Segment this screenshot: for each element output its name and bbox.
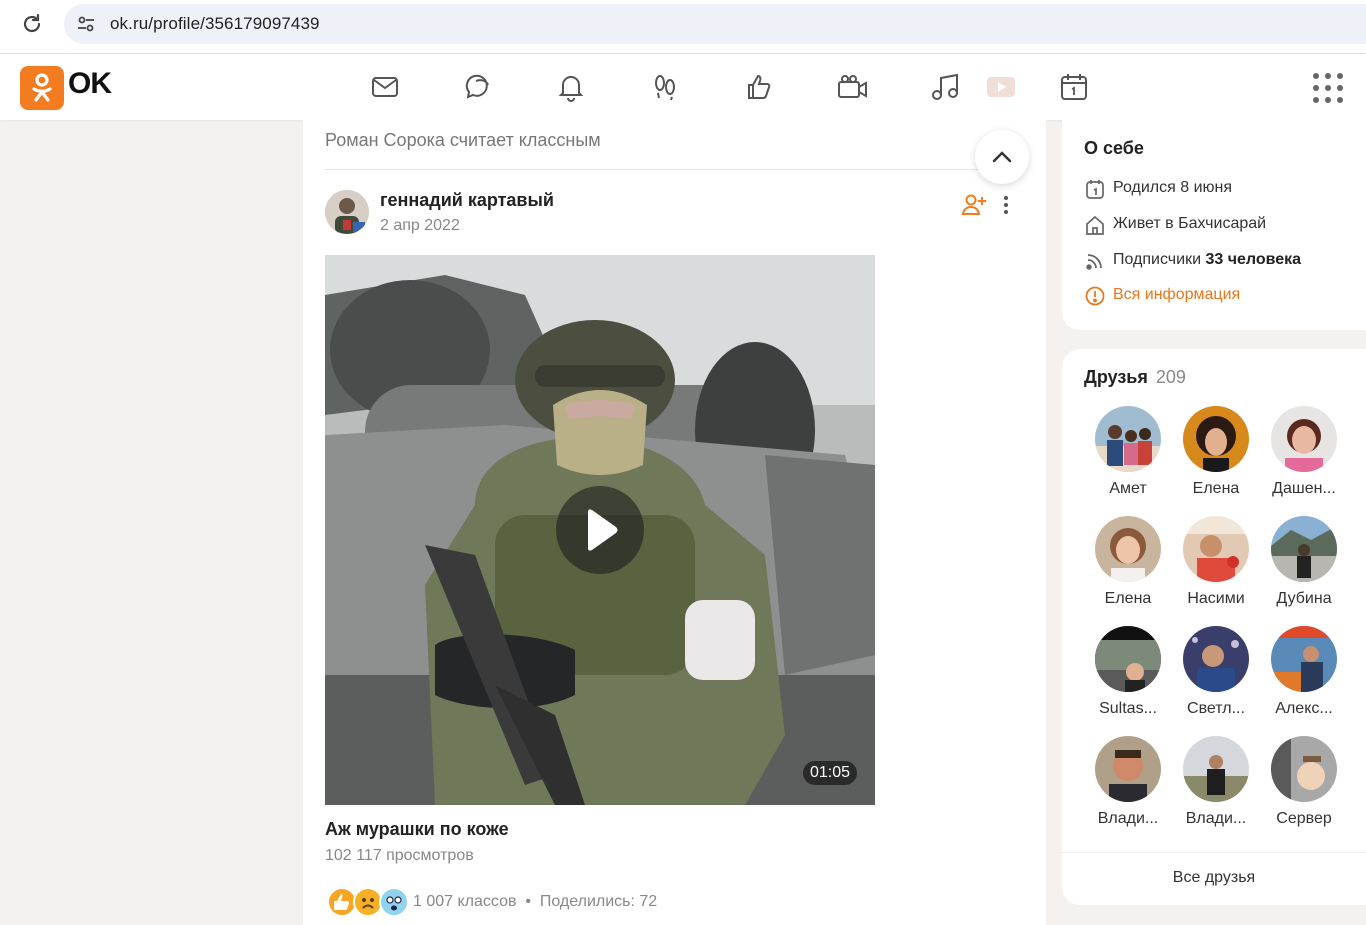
all-friends-link[interactable]: Все друзья	[1062, 869, 1366, 887]
video-icon[interactable]	[985, 71, 1017, 103]
friend-item[interactable]: Дашен...	[1264, 406, 1344, 506]
friend-item[interactable]: Влади...	[1176, 736, 1256, 836]
friend-avatar[interactable]	[1183, 406, 1249, 472]
friend-item[interactable]: Светл...	[1176, 626, 1256, 726]
friend-avatar[interactable]	[1183, 626, 1249, 692]
friend-name[interactable]: Влади...	[1088, 810, 1168, 828]
friend-avatar[interactable]	[1271, 626, 1337, 692]
friend-avatar[interactable]	[1271, 406, 1337, 472]
apps-menu-icon[interactable]	[1313, 73, 1343, 103]
events-icon[interactable]	[1058, 71, 1090, 103]
calendar-icon	[1084, 178, 1106, 200]
play-icon[interactable]	[556, 486, 644, 574]
friend-name[interactable]: Sultas...	[1088, 700, 1168, 718]
friend-name[interactable]: Алекс...	[1264, 700, 1344, 718]
subscribers-label: Подписчики	[1113, 251, 1202, 268]
about-title: О себе	[1084, 138, 1144, 158]
video-views: 102 117 просмотров	[325, 847, 474, 864]
reactions-group[interactable]	[327, 887, 411, 917]
logo-text[interactable]: OK	[68, 67, 112, 101]
friend-item[interactable]: Амет	[1088, 406, 1168, 506]
address-bar[interactable]: ok.ru/profile/356179097439	[64, 4, 1366, 44]
likes-shares-text[interactable]: 1 007 классов • Поделились: 72	[413, 893, 657, 911]
chevron-up-icon	[992, 151, 1012, 163]
friend-name[interactable]: Амет	[1088, 480, 1168, 498]
guests-icon[interactable]	[649, 71, 681, 103]
site-header: OK	[0, 54, 1366, 120]
ok-logo-icon[interactable]	[20, 66, 64, 110]
author-avatar[interactable]	[325, 190, 369, 234]
friend-item[interactable]: Алекс...	[1264, 626, 1344, 726]
friend-avatar[interactable]	[1095, 626, 1161, 692]
friend-item[interactable]: Sultas...	[1088, 626, 1168, 726]
friend-name[interactable]: Елена	[1088, 590, 1168, 608]
birthday-text: Родился 8 июня	[1113, 179, 1233, 196]
friend-item[interactable]: Сервер	[1264, 736, 1344, 836]
friend-avatar[interactable]	[1095, 516, 1161, 582]
friends-count: 209	[1155, 367, 1186, 387]
location-text: Живет в Бахчисарай	[1113, 215, 1267, 232]
likes-icon[interactable]	[743, 71, 775, 103]
friends-title[interactable]: Друзья 209	[1084, 367, 1186, 388]
friend-avatar[interactable]	[1271, 736, 1337, 802]
friend-name[interactable]: Насими	[1176, 590, 1256, 608]
friend-avatar[interactable]	[1095, 736, 1161, 802]
author-name[interactable]: геннадий картавый	[380, 190, 554, 211]
more-options-icon[interactable]	[995, 192, 1015, 218]
browser-bar: ok.ru/profile/356179097439	[0, 0, 1366, 54]
friend-item[interactable]: Влади...	[1088, 736, 1168, 836]
video-duration: 01:05	[802, 761, 857, 785]
friend-name[interactable]: Дубина	[1264, 590, 1344, 608]
friend-item[interactable]: Елена	[1088, 516, 1168, 616]
friend-name[interactable]: Дашен...	[1264, 480, 1344, 498]
friend-avatar[interactable]	[1095, 406, 1161, 472]
subscribers-count[interactable]: 33 человека	[1205, 251, 1301, 268]
friend-name[interactable]: Влади...	[1176, 810, 1256, 828]
video-player[interactable]: 01:05	[325, 255, 875, 805]
feed-post: Роман Сорока считает классным геннадий к…	[303, 120, 1046, 925]
about-card: О себе Родился 8 июня Живет в Бахчисарай…	[1062, 120, 1366, 330]
friend-name[interactable]: Сервер	[1264, 810, 1344, 828]
messages-icon[interactable]	[369, 71, 401, 103]
friends-card: Друзья 209 Амет Елена Дашен... Елена Наси…	[1062, 349, 1366, 905]
friend-item[interactable]: Елена	[1176, 406, 1256, 506]
friend-avatar[interactable]	[1183, 516, 1249, 582]
friends-title-text: Друзья	[1084, 367, 1148, 387]
divider	[325, 169, 1025, 170]
notifications-icon[interactable]	[555, 71, 587, 103]
subscribers-icon	[1084, 250, 1106, 272]
friend-avatar[interactable]	[1183, 736, 1249, 802]
site-info-icon[interactable]	[76, 14, 96, 34]
info-icon	[1084, 285, 1106, 307]
friend-item[interactable]: Насими	[1176, 516, 1256, 616]
home-icon	[1084, 214, 1106, 236]
feed-header-text[interactable]: Роман Сорока считает классным	[325, 130, 601, 151]
shock-reaction-icon	[379, 887, 409, 917]
music-icon[interactable]	[929, 71, 961, 103]
friend-name[interactable]: Светл...	[1176, 700, 1256, 718]
friend-avatar[interactable]	[1271, 516, 1337, 582]
discussions-icon[interactable]	[462, 71, 494, 103]
url-text[interactable]: ok.ru/profile/356179097439	[110, 14, 320, 34]
post-date[interactable]: 2 апр 2022	[380, 217, 460, 235]
divider	[1062, 852, 1366, 853]
video-call-icon[interactable]	[836, 71, 868, 103]
add-friend-icon[interactable]	[961, 192, 987, 218]
friend-item[interactable]: Дубина	[1264, 516, 1344, 616]
all-info-text[interactable]: Вся информация	[1113, 286, 1240, 304]
reload-icon[interactable]	[20, 12, 44, 36]
video-title[interactable]: Аж мурашки по коже	[325, 819, 509, 840]
friend-name[interactable]: Елена	[1176, 480, 1256, 498]
scroll-up-button[interactable]	[975, 130, 1029, 184]
